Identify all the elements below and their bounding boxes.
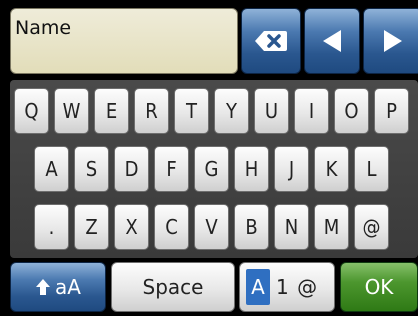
key-at[interactable]: @ <box>354 204 389 250</box>
key-x[interactable]: X <box>114 204 149 250</box>
key-z[interactable]: Z <box>74 204 109 250</box>
cursor-left-button[interactable] <box>304 8 360 74</box>
key-label: @ <box>362 215 381 239</box>
key-s[interactable]: S <box>74 146 109 192</box>
key-period[interactable]: . <box>34 204 69 250</box>
key-a[interactable]: A <box>34 146 69 192</box>
key-label: B <box>245 215 258 239</box>
key-label: U <box>264 99 279 123</box>
key-y[interactable]: Y <box>214 88 249 134</box>
key-p[interactable]: P <box>374 88 409 134</box>
case-toggle-button[interactable]: aA <box>10 262 106 312</box>
mode-active-indicator: A <box>246 269 270 305</box>
key-label: V <box>205 215 218 239</box>
key-label: X <box>125 215 138 239</box>
key-label: J <box>288 157 295 181</box>
name-input-placeholder: Name <box>15 17 72 39</box>
arrow-left-icon <box>323 30 341 52</box>
space-button[interactable]: Space <box>111 262 235 312</box>
key-label: E <box>105 99 118 123</box>
key-n[interactable]: N <box>274 204 309 250</box>
cursor-right-button[interactable] <box>363 8 418 74</box>
arrow-right-icon <box>384 30 402 52</box>
key-label: . <box>48 215 55 239</box>
key-g[interactable]: G <box>194 146 229 192</box>
key-label: T <box>186 99 197 123</box>
key-u[interactable]: U <box>254 88 289 134</box>
key-label: Q <box>24 99 39 123</box>
key-v[interactable]: V <box>194 204 229 250</box>
key-t[interactable]: T <box>174 88 209 134</box>
key-o[interactable]: O <box>334 88 369 134</box>
key-label: G <box>204 157 219 181</box>
key-label: I <box>308 99 315 123</box>
key-d[interactable]: D <box>114 146 149 192</box>
key-k[interactable]: K <box>314 146 349 192</box>
backspace-icon <box>255 31 287 51</box>
key-label: C <box>165 215 178 239</box>
key-w[interactable]: W <box>54 88 89 134</box>
key-label: Y <box>226 99 237 123</box>
key-label: H <box>244 157 259 181</box>
ok-label: OK <box>364 275 394 299</box>
key-label: W <box>62 99 81 123</box>
key-f[interactable]: F <box>154 146 189 192</box>
key-b[interactable]: B <box>234 204 269 250</box>
key-label: R <box>145 99 158 123</box>
key-m[interactable]: M <box>314 204 349 250</box>
key-label: Z <box>85 215 98 239</box>
key-label: K <box>325 157 338 181</box>
key-q[interactable]: Q <box>14 88 49 134</box>
keyboard-screen: Name Q W E R T Y U I O P A S D F G H J K… <box>0 0 418 316</box>
key-label: A <box>45 157 58 181</box>
space-label: Space <box>142 275 204 299</box>
ok-button[interactable]: OK <box>340 262 418 312</box>
key-l[interactable]: L <box>354 146 389 192</box>
key-c[interactable]: C <box>154 204 189 250</box>
keyboard-panel: Q W E R T Y U I O P A S D F G H J K L . … <box>10 80 418 258</box>
key-e[interactable]: E <box>94 88 129 134</box>
case-toggle-label: aA <box>55 275 81 299</box>
key-label: S <box>85 157 98 181</box>
key-label: L <box>366 157 377 181</box>
backspace-button[interactable] <box>241 8 301 74</box>
key-j[interactable]: J <box>274 146 309 192</box>
key-i[interactable]: I <box>294 88 329 134</box>
key-label: D <box>124 157 139 181</box>
mode-options-label: 1 @ <box>276 275 319 299</box>
key-label: O <box>344 99 359 123</box>
key-label: F <box>166 157 177 181</box>
name-input[interactable]: Name <box>10 8 238 74</box>
key-label: P <box>386 99 397 123</box>
key-h[interactable]: H <box>234 146 269 192</box>
shift-up-icon <box>36 279 51 295</box>
input-mode-button[interactable]: A 1 @ <box>239 262 335 312</box>
key-r[interactable]: R <box>134 88 169 134</box>
key-label: N <box>284 215 299 239</box>
key-label: M <box>323 215 340 239</box>
